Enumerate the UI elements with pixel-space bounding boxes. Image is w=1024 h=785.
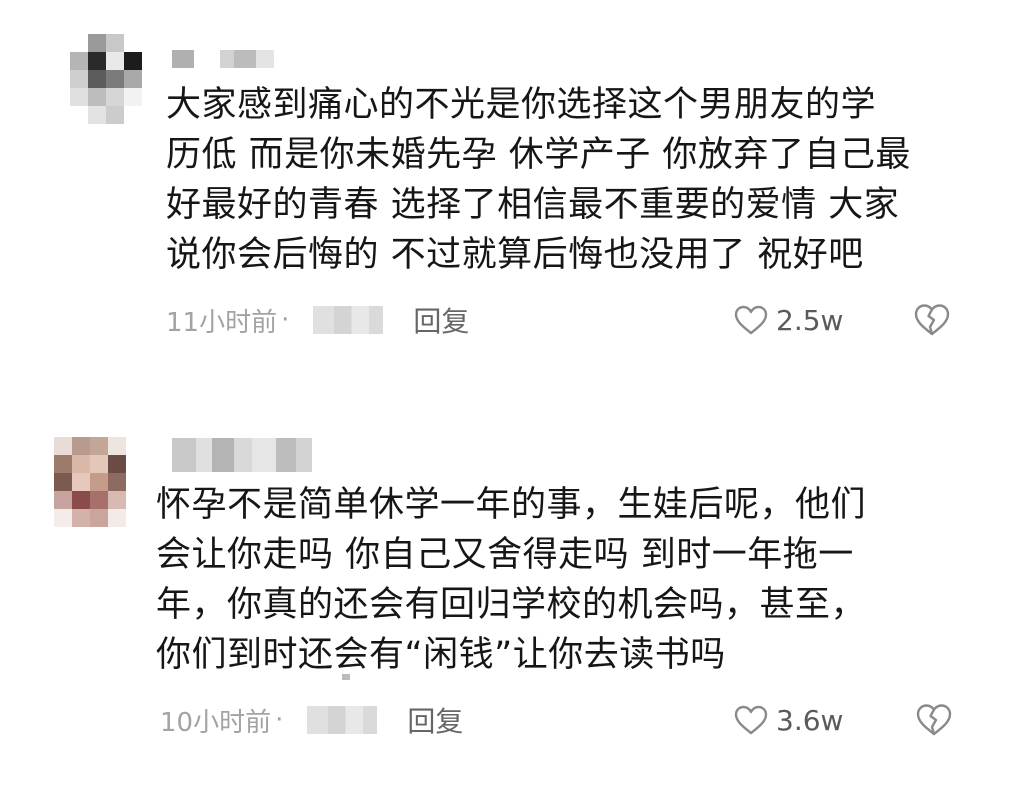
separator-dot: · xyxy=(281,305,290,335)
broken-heart-icon xyxy=(914,304,950,336)
heart-outline-icon xyxy=(734,305,768,335)
decorative-mark xyxy=(342,674,350,680)
like-button[interactable]: 2.5w xyxy=(734,300,843,340)
timestamp: 11小时前 xyxy=(166,307,278,338)
heart-outline-icon xyxy=(734,705,768,735)
location-tag xyxy=(307,706,378,734)
reply-button[interactable]: 回复 xyxy=(413,300,469,340)
location-tag xyxy=(313,306,384,334)
comment-meta: 10小时前 · 回复 xyxy=(160,700,463,740)
dislike-button[interactable] xyxy=(914,303,950,339)
like-button[interactable]: 3.6w xyxy=(734,700,843,740)
comment-meta: 11小时前 · 回复 xyxy=(166,300,469,340)
username[interactable] xyxy=(172,50,274,68)
reply-button[interactable]: 回复 xyxy=(407,700,463,740)
comment-text: 怀孕不是简单休学一年的事，生娃后呢，他们 会让你走吗 你自己又舍得走吗 到时一年… xyxy=(156,485,867,675)
separator-dot: · xyxy=(275,705,284,735)
comment-text: 大家感到痛心的不光是你选择这个男朋友的学 历低 而是你未婚先孕 休学产子 你放弃… xyxy=(166,85,911,275)
dislike-button[interactable] xyxy=(916,703,952,739)
username[interactable] xyxy=(172,438,312,472)
comment-1: 大家感到痛心的不光是你选择这个男朋友的学 历低 而是你未婚先孕 休学产子 你放弃… xyxy=(0,0,1024,380)
like-count: 2.5w xyxy=(776,303,844,337)
broken-heart-icon xyxy=(916,704,952,736)
comment-2: 怀孕不是简单休学一年的事，生娃后呢，他们 会让你走吗 你自己又舍得走吗 到时一年… xyxy=(0,380,1024,785)
avatar[interactable] xyxy=(54,437,126,527)
avatar[interactable] xyxy=(70,34,142,124)
timestamp: 10小时前 xyxy=(160,707,272,738)
like-count: 3.6w xyxy=(776,703,844,737)
